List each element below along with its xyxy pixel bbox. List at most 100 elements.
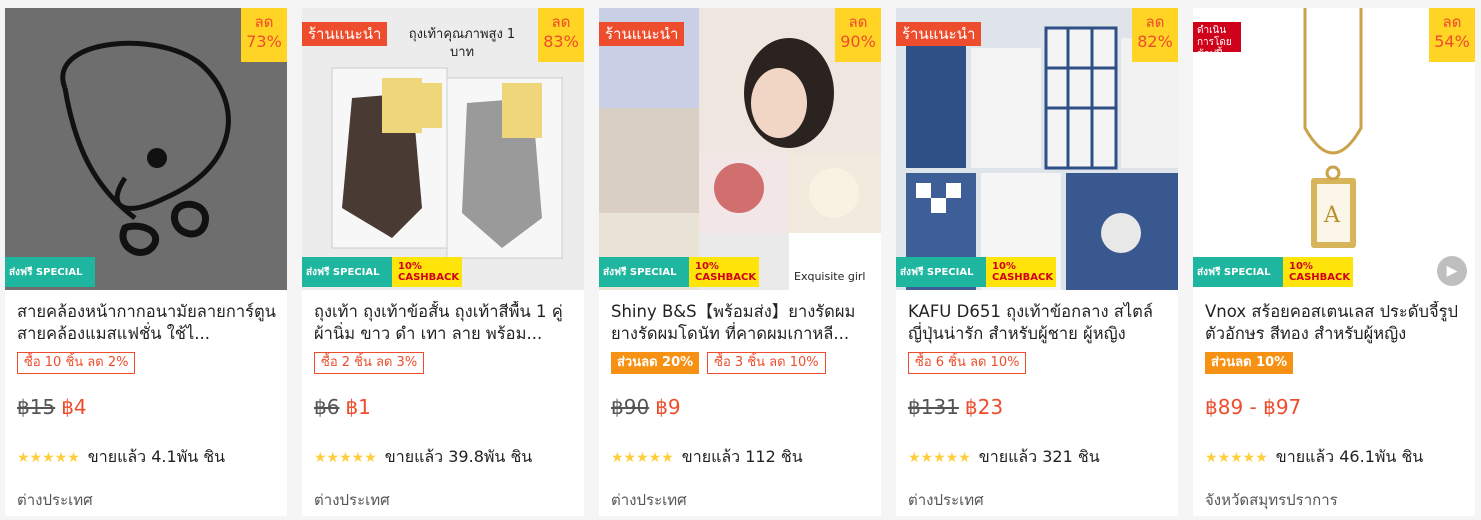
promo-tag: ซื้อ 2 ชิ้น ลด 3% (314, 352, 425, 374)
promo-tags: ซื้อ 6 ชิ้น ลด 10% (908, 352, 1027, 374)
discount-percent: 54% (1434, 32, 1470, 51)
promo-discount-tag: ส่วนลด 10% (1205, 352, 1294, 374)
free-shipping-badge: ส่งฟรี SPECIAL (302, 257, 392, 287)
free-shipping-badge: ส่งฟรี SPECIAL (1193, 257, 1283, 287)
product-title[interactable]: Vnox สร้อยคอสเตนเลส ประดับจี้รูปตัวอักษร… (1205, 301, 1465, 345)
discount-badge: ลด 54% (1429, 8, 1475, 62)
discount-word: ลด (551, 13, 571, 31)
discount-word: ลด (254, 13, 274, 31)
shop-location: ต่างประเทศ (17, 491, 93, 509)
promo-tags: ส่วนลด 10% (1205, 352, 1294, 374)
promo-tags: ซื้อ 2 ชิ้น ลด 3% (314, 352, 425, 374)
free-shipping-badge: ส่งฟรี SPECIAL (599, 257, 689, 287)
original-price: ฿131 (908, 395, 959, 419)
product-image[interactable]: ร้านแนะนำ ถุงเท้าคุณภาพสูง 1 บาท ลด 83% … (302, 8, 584, 290)
sale-price: ฿89 - ฿97 (1205, 395, 1302, 419)
sold-count: ขายแล้ว 4.1พัน ชิน (87, 447, 226, 466)
shop-location: จังหวัดสมุทรปราการ (1205, 491, 1338, 509)
promo-tag: ซื้อ 3 ชิ้น ลด 10% (707, 352, 826, 374)
cashback-percent: 10% (695, 261, 719, 272)
star-rating-icon: ★★★★★ (1205, 449, 1268, 466)
rating-row: ★★★★★ ขายแล้ว 321 ชิน (908, 445, 1100, 470)
product-card[interactable]: A ดำเนินการโดยช้อปปี้ ลด 54% ส่งฟรี SPEC… (1193, 8, 1475, 516)
product-card[interactable]: ร้านแนะนำ ลด 82% ส่งฟรี SPECIAL 10% CASHB… (896, 8, 1178, 516)
discount-badge: ลด 83% (538, 8, 584, 62)
star-rating-icon: ★★★★★ (17, 449, 80, 466)
cashback-label: CASHBACK (695, 272, 757, 283)
discount-percent: 83% (543, 32, 579, 51)
promo-tags: ซื้อ 10 ชิ้น ลด 2% (17, 352, 136, 374)
product-grid: ลด 73% ส่งฟรี SPECIAL สายคล้องหน้ากากอนา… (0, 0, 1481, 520)
price-row: ฿131 ฿23 (908, 394, 1003, 420)
cashback-badge: 10% CASHBACK (986, 257, 1056, 287)
sold-count: ขายแล้ว 321 ชิน (978, 447, 1100, 466)
recommended-shop-badge: ร้านแนะนำ (896, 22, 982, 46)
video-play-icon[interactable]: ▶ (1437, 256, 1467, 286)
product-image[interactable]: A ดำเนินการโดยช้อปปี้ ลด 54% ส่งฟรี SPEC… (1193, 8, 1475, 290)
rating-row: ★★★★★ ขายแล้ว 4.1พัน ชิน (17, 445, 225, 470)
sold-count: ขายแล้ว 39.8พัน ชิน (384, 447, 533, 466)
price-row: ฿6 ฿1 (314, 394, 371, 420)
sale-price: ฿23 (964, 395, 1004, 419)
product-image[interactable]: ลด 73% ส่งฟรี SPECIAL (5, 8, 287, 290)
svg-text:A: A (1323, 203, 1341, 228)
image-caption: Exquisite girl (794, 270, 866, 283)
promo-tag: ซื้อ 10 ชิ้น ลด 2% (17, 352, 136, 374)
product-title[interactable]: สายคล้องหน้ากากอนามัยลายการ์ตูน สายคล้อง… (17, 301, 277, 345)
rating-row: ★★★★★ ขายแล้ว 46.1พัน ชิน (1205, 445, 1423, 470)
sale-price: ฿9 (655, 395, 681, 419)
discount-percent: 90% (840, 32, 876, 51)
recommended-shop-badge: ร้านแนะนำ (302, 22, 388, 46)
promo-discount-tag: ส่วนลด 20% (611, 352, 700, 374)
star-rating-icon: ★★★★★ (314, 449, 377, 466)
sold-count: ขายแล้ว 112 ชิน (681, 447, 803, 466)
price-row: ฿15 ฿4 (17, 394, 87, 420)
cashback-percent: 10% (398, 261, 422, 272)
recommended-shop-badge: ร้านแนะนำ (599, 22, 685, 46)
product-card[interactable]: Exquisite girl ร้านแนะนำ ลด 90% ส่งฟรี S… (599, 8, 881, 516)
original-price: ฿90 (611, 395, 650, 419)
product-card[interactable]: ร้านแนะนำ ถุงเท้าคุณภาพสูง 1 บาท ลด 83% … (302, 8, 584, 516)
product-title[interactable]: Shiny B&S【พร้อมส่ง】ยางรัดผม ยางรัดผมโดนั… (611, 301, 871, 345)
shop-location: ต่างประเทศ (611, 491, 687, 509)
cashback-label: CASHBACK (398, 272, 460, 283)
rating-row: ★★★★★ ขายแล้ว 39.8พัน ชิน (314, 445, 532, 470)
discount-word: ลด (1145, 13, 1165, 31)
discount-percent: 82% (1137, 32, 1173, 51)
discount-badge: ลด 73% (241, 8, 287, 62)
discount-word: ลด (848, 13, 868, 31)
product-image[interactable]: ร้านแนะนำ ลด 82% ส่งฟรี SPECIAL 10% CASHB… (896, 8, 1178, 290)
free-shipping-badge: ส่งฟรี SPECIAL (896, 257, 986, 287)
image-caption: ถุงเท้าคุณภาพสูง 1 บาท (408, 27, 516, 60)
original-price: ฿15 (17, 395, 56, 419)
discount-word: ลด (1442, 13, 1462, 31)
discount-percent: 73% (246, 32, 282, 51)
shopee-operated-badge: ดำเนินการโดยช้อปปี้ (1193, 22, 1241, 60)
cashback-badge: 10% CASHBACK (689, 257, 759, 287)
cashback-badge: 10% CASHBACK (392, 257, 462, 287)
shop-location: ต่างประเทศ (908, 491, 984, 509)
cashback-percent: 10% (1289, 261, 1313, 272)
product-card[interactable]: ลด 73% ส่งฟรี SPECIAL สายคล้องหน้ากากอนา… (5, 8, 287, 516)
star-rating-icon: ★★★★★ (611, 449, 674, 466)
star-rating-icon: ★★★★★ (908, 449, 971, 466)
sale-price: ฿4 (61, 395, 87, 419)
rating-row: ★★★★★ ขายแล้ว 112 ชิน (611, 445, 803, 470)
product-title[interactable]: KAFU D651 ถุงเท้าข้อกลาง สไตล์ญี่ปุ่นน่า… (908, 301, 1168, 345)
free-shipping-badge: ส่งฟรี SPECIAL (5, 257, 95, 287)
promo-tag: ซื้อ 6 ชิ้น ลด 10% (908, 352, 1027, 374)
cashback-label: CASHBACK (992, 272, 1054, 283)
promo-tags: ส่วนลด 20% ซื้อ 3 ชิ้น ลด 10% (611, 352, 826, 374)
price-row: ฿89 - ฿97 (1205, 394, 1301, 420)
sold-count: ขายแล้ว 46.1พัน ชิน (1275, 447, 1424, 466)
product-image[interactable]: Exquisite girl ร้านแนะนำ ลด 90% ส่งฟรี S… (599, 8, 881, 290)
cashback-label: CASHBACK (1289, 272, 1351, 283)
discount-badge: ลด 82% (1132, 8, 1178, 62)
discount-badge: ลด 90% (835, 8, 881, 62)
cashback-badge: 10% CASHBACK (1283, 257, 1353, 287)
shop-location: ต่างประเทศ (314, 491, 390, 509)
product-title[interactable]: ถุงเท้า ถุงเท้าข้อสั้น ถุงเท้าสีพื้น 1 ค… (314, 301, 574, 345)
original-price: ฿6 (314, 395, 340, 419)
cashback-percent: 10% (992, 261, 1016, 272)
sale-price: ฿1 (345, 395, 371, 419)
